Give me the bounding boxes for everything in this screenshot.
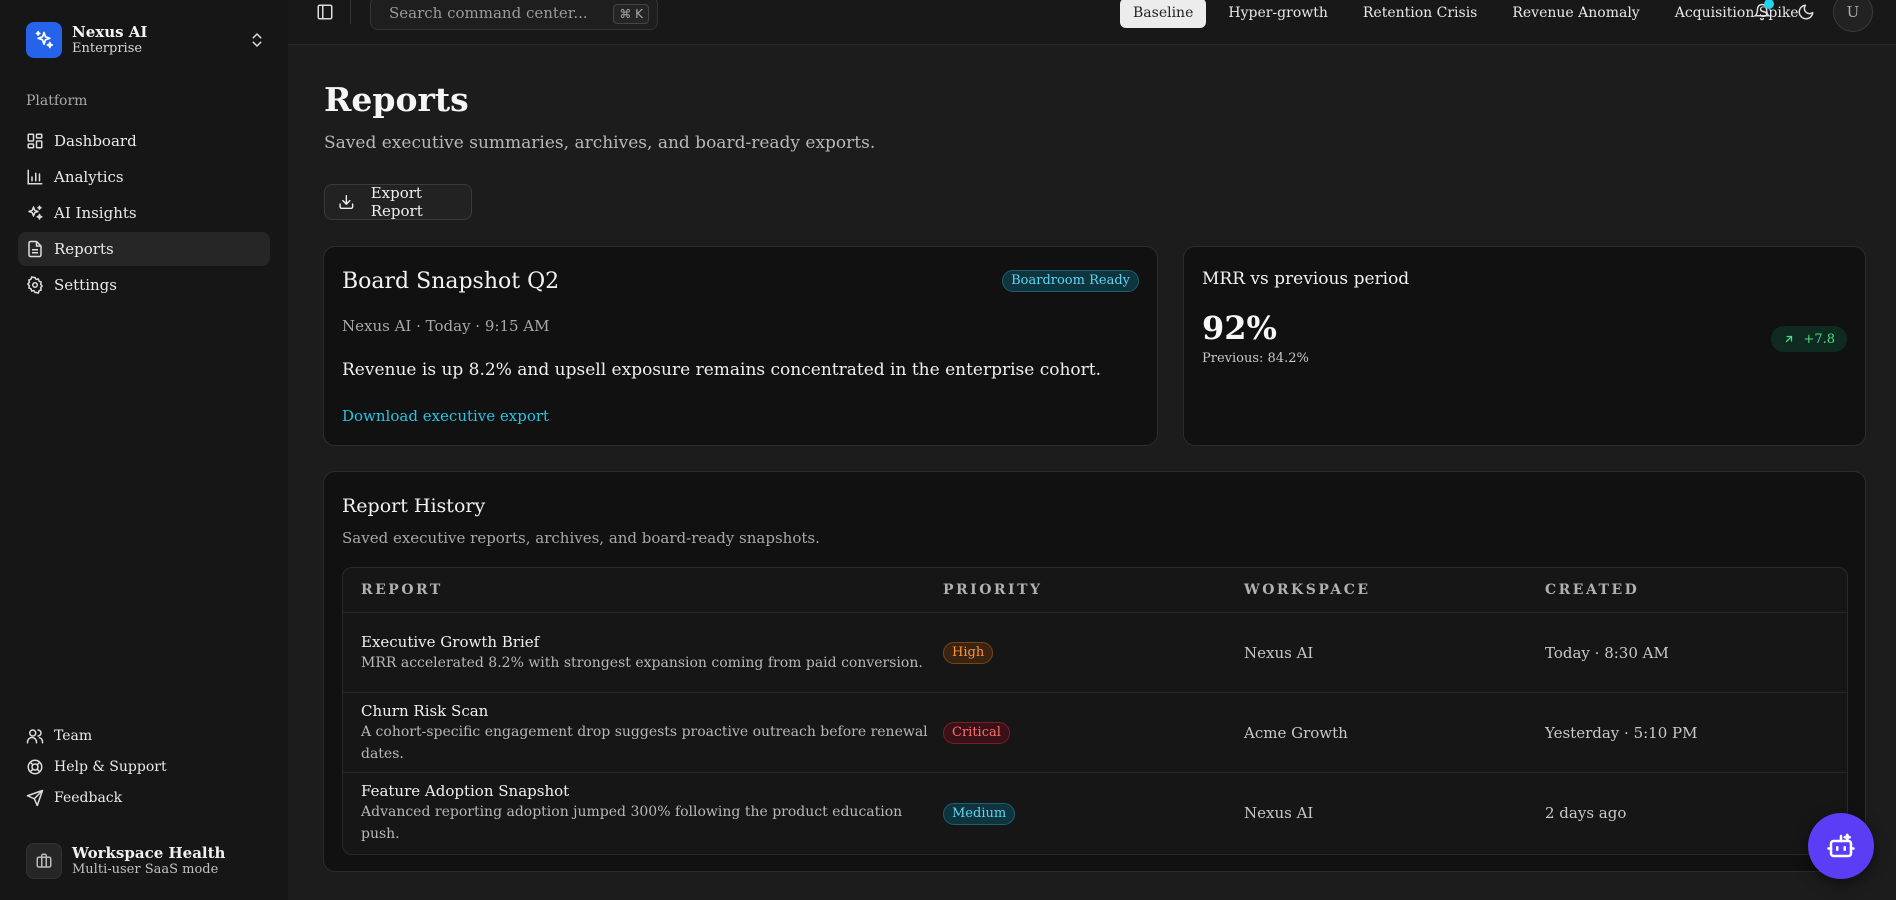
- sidebar: Nexus AI Enterprise Platform Dashboard A…: [0, 0, 288, 900]
- moon-icon[interactable]: [1797, 3, 1815, 21]
- scenario-baseline[interactable]: Baseline: [1120, 0, 1207, 28]
- board-snapshot-card: Board Snapshot Q2 Boardroom Ready Nexus …: [323, 246, 1158, 446]
- sidebar-item-analytics[interactable]: Analytics: [18, 160, 270, 194]
- report-description: Advanced reporting adoption jumped 300% …: [361, 804, 903, 842]
- page-subtitle: Saved executive summaries, archives, and…: [324, 133, 876, 153]
- dashboard-icon: [27, 133, 43, 149]
- mrr-card: MRR vs previous period 92% Previous: 84.…: [1183, 246, 1866, 446]
- secondary-nav: Team Help & Support Feedback: [18, 721, 270, 814]
- report-history-subtitle: Saved executive reports, archives, and b…: [342, 529, 820, 547]
- table-header: REPORT PRIORITY WORKSPACE CREATED: [343, 568, 1847, 613]
- brand-plan: Enterprise: [72, 41, 143, 56]
- workspace-switcher[interactable]: Nexus AI Enterprise: [26, 22, 266, 58]
- sidebar-item-ai-insights[interactable]: AI Insights: [18, 196, 270, 230]
- workspace-cell: Nexus AI: [1244, 643, 1314, 662]
- workspace-subtitle: Multi-user SaaS mode: [72, 862, 219, 877]
- users-icon: [26, 729, 44, 744]
- scenario-acquisition-spike[interactable]: Acquisition Spike: [1662, 0, 1812, 28]
- scenario-retention-crisis[interactable]: Retention Crisis: [1350, 0, 1490, 28]
- scenario-hyper-growth[interactable]: Hyper-growth: [1215, 0, 1341, 28]
- mrr-value: 92%: [1202, 309, 1277, 347]
- divider: [350, 0, 351, 24]
- briefcase-icon: [26, 843, 62, 879]
- sidebar-item-settings[interactable]: Settings: [18, 268, 270, 302]
- primary-nav: Dashboard Analytics AI Insights Reports …: [18, 124, 270, 304]
- sidebar-item-label: Feedback: [54, 790, 123, 806]
- created-cell: Yesterday · 5:10 PM: [1545, 723, 1698, 742]
- table-row[interactable]: Churn Risk Scan A cohort-specific engage…: [343, 693, 1847, 773]
- report-table: REPORT PRIORITY WORKSPACE CREATED Execut…: [342, 567, 1848, 855]
- sparkles-logo-icon: [26, 22, 62, 58]
- report-description: MRR accelerated 8.2% with strongest expa…: [361, 654, 923, 671]
- brand-name: Nexus AI: [72, 23, 148, 41]
- sidebar-item-label: Analytics: [54, 168, 124, 186]
- report-history-card: Report History Saved executive reports, …: [323, 471, 1866, 872]
- sidebar-toggle-icon[interactable]: [316, 3, 334, 21]
- search-input[interactable]: Search command center... ⌘ K: [370, 0, 658, 30]
- avatar[interactable]: U: [1833, 0, 1873, 32]
- report-name: Feature Adoption Snapshot: [361, 782, 570, 800]
- bot-icon: [1827, 833, 1855, 858]
- sidebar-item-reports[interactable]: Reports: [18, 232, 270, 266]
- workspace-health[interactable]: Workspace Health Multi-user SaaS mode: [26, 843, 225, 879]
- shortcut-badge: ⌘ K: [613, 4, 649, 24]
- sidebar-item-label: Team: [54, 728, 93, 744]
- gear-icon: [26, 276, 44, 294]
- table-row[interactable]: Feature Adoption Snapshot Advanced repor…: [343, 773, 1847, 853]
- workspace-cell: Acme Growth: [1244, 723, 1348, 742]
- board-snapshot-summary: Revenue is up 8.2% and upsell exposure r…: [342, 360, 1102, 380]
- table-row[interactable]: Executive Growth Brief MRR accelerated 8…: [343, 613, 1847, 693]
- column-header-created: CREATED: [1545, 582, 1640, 598]
- board-snapshot-meta: Nexus AI · Today · 9:15 AM: [342, 317, 550, 335]
- created-cell: 2 days ago: [1545, 804, 1627, 822]
- workspace-title: Workspace Health: [72, 844, 226, 862]
- created-cell: Today · 8:30 AM: [1545, 643, 1669, 662]
- sidebar-item-label: Help & Support: [54, 759, 167, 775]
- page-title: Reports: [324, 80, 469, 119]
- export-report-button[interactable]: Export Report: [324, 184, 472, 220]
- sidebar-item-help[interactable]: Help & Support: [18, 752, 270, 782]
- nav-section-heading: Platform: [26, 93, 88, 109]
- chevrons-up-down-icon: [252, 33, 262, 47]
- export-report-label: Export Report: [370, 184, 423, 220]
- mrr-delta-badge: +7.8: [1771, 326, 1847, 352]
- sidebar-item-label: Dashboard: [54, 132, 137, 150]
- report-name: Churn Risk Scan: [361, 701, 489, 720]
- scenario-revenue-anomaly[interactable]: Revenue Anomaly: [1499, 0, 1652, 28]
- lifebuoy-icon: [27, 759, 43, 775]
- sparkles-icon: [28, 205, 43, 220]
- mrr-title: MRR vs previous period: [1202, 269, 1410, 289]
- report-name: Executive Growth Brief: [361, 632, 540, 651]
- column-header-report: REPORT: [361, 582, 443, 598]
- search-placeholder: Search command center...: [389, 4, 588, 22]
- status-badge: Boardroom Ready: [1002, 270, 1139, 292]
- download-icon: [339, 195, 354, 209]
- send-icon: [26, 789, 44, 807]
- download-export-link[interactable]: Download executive export: [342, 407, 549, 425]
- sidebar-item-feedback[interactable]: Feedback: [18, 783, 270, 813]
- priority-badge: Medium: [943, 802, 1016, 825]
- bar-chart-icon: [27, 169, 43, 185]
- workspace-cell: Nexus AI: [1244, 804, 1314, 822]
- sidebar-item-label: Settings: [54, 276, 117, 294]
- priority-badge: High: [943, 642, 994, 664]
- column-header-workspace: WORKSPACE: [1244, 582, 1371, 598]
- top-bar: Search command center... ⌘ K Baseline Hy…: [288, 0, 1896, 45]
- board-snapshot-title: Board Snapshot Q2: [342, 269, 560, 294]
- sidebar-item-team[interactable]: Team: [18, 721, 270, 751]
- sidebar-item-label: Reports: [54, 240, 114, 258]
- report-history-title: Report History: [342, 495, 486, 517]
- priority-badge: Critical: [943, 722, 1010, 744]
- sidebar-item-dashboard[interactable]: Dashboard: [18, 124, 270, 158]
- report-description: A cohort-specific engagement drop sugges…: [361, 723, 928, 762]
- mrr-delta-value: +7.8: [1803, 331, 1835, 347]
- scenario-switcher: Baseline Hyper-growth Retention Crisis R…: [1120, 0, 1821, 30]
- arrow-up-right-icon: [1786, 335, 1793, 343]
- mrr-previous: Previous: 84.2%: [1202, 351, 1309, 366]
- column-header-priority: PRIORITY: [943, 582, 1043, 598]
- ai-assistant-button[interactable]: [1808, 813, 1874, 879]
- sidebar-item-label: AI Insights: [54, 204, 137, 222]
- file-icon: [28, 240, 42, 258]
